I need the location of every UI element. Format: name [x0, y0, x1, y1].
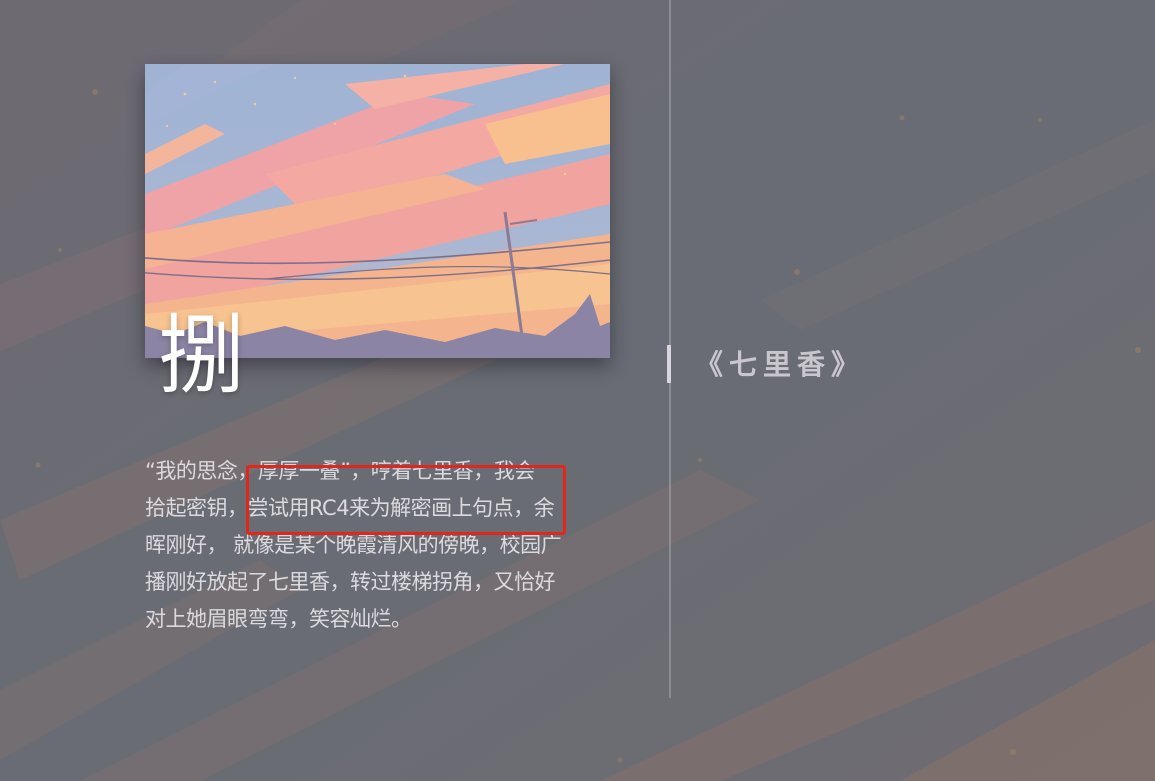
heading-char: 捌 [158, 306, 244, 406]
page: 捌 “我的思念，厚厚一叠”，哼着七里香，我会 拾起密钥，尝试用RC4来为解密画上… [0, 0, 1155, 781]
highlight-annotation-box [246, 465, 566, 535]
paragraph-line: 播刚好放起了七里香，转过楼梯拐角，又恰好 [145, 570, 556, 594]
divider-marker [667, 345, 671, 383]
song-title: 《七里香》 [695, 348, 866, 381]
paragraph-line: 对上她眉眼弯弯，笑容灿烂。 [145, 607, 412, 631]
